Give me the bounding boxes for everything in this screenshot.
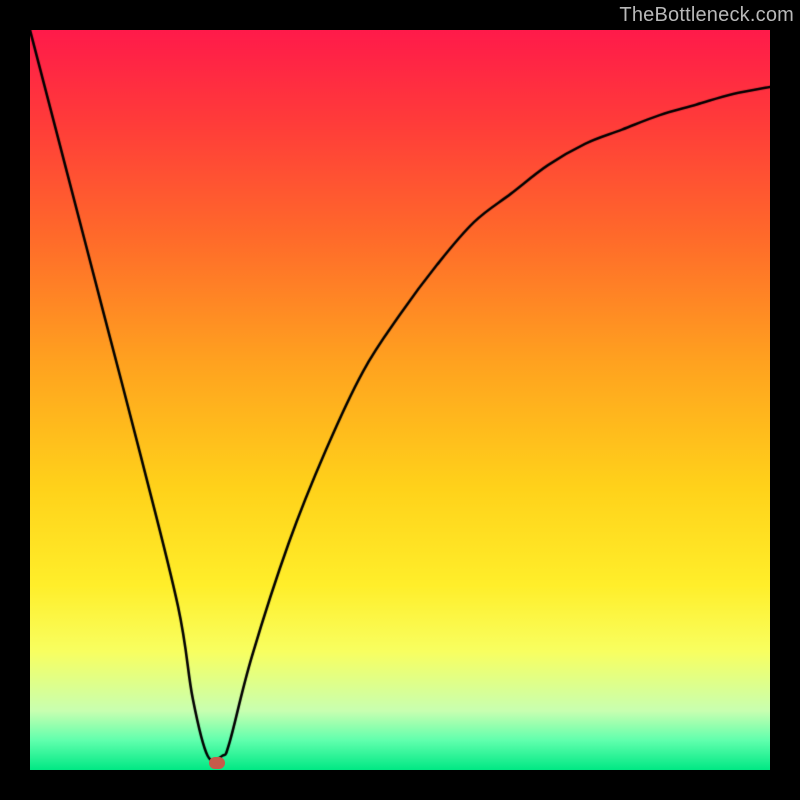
optimal-point-marker	[209, 757, 225, 769]
chart-plot-area	[30, 30, 770, 770]
watermark-text: TheBottleneck.com	[619, 4, 794, 27]
chart-frame: TheBottleneck.com	[0, 0, 800, 800]
bottleneck-curve	[30, 30, 770, 770]
